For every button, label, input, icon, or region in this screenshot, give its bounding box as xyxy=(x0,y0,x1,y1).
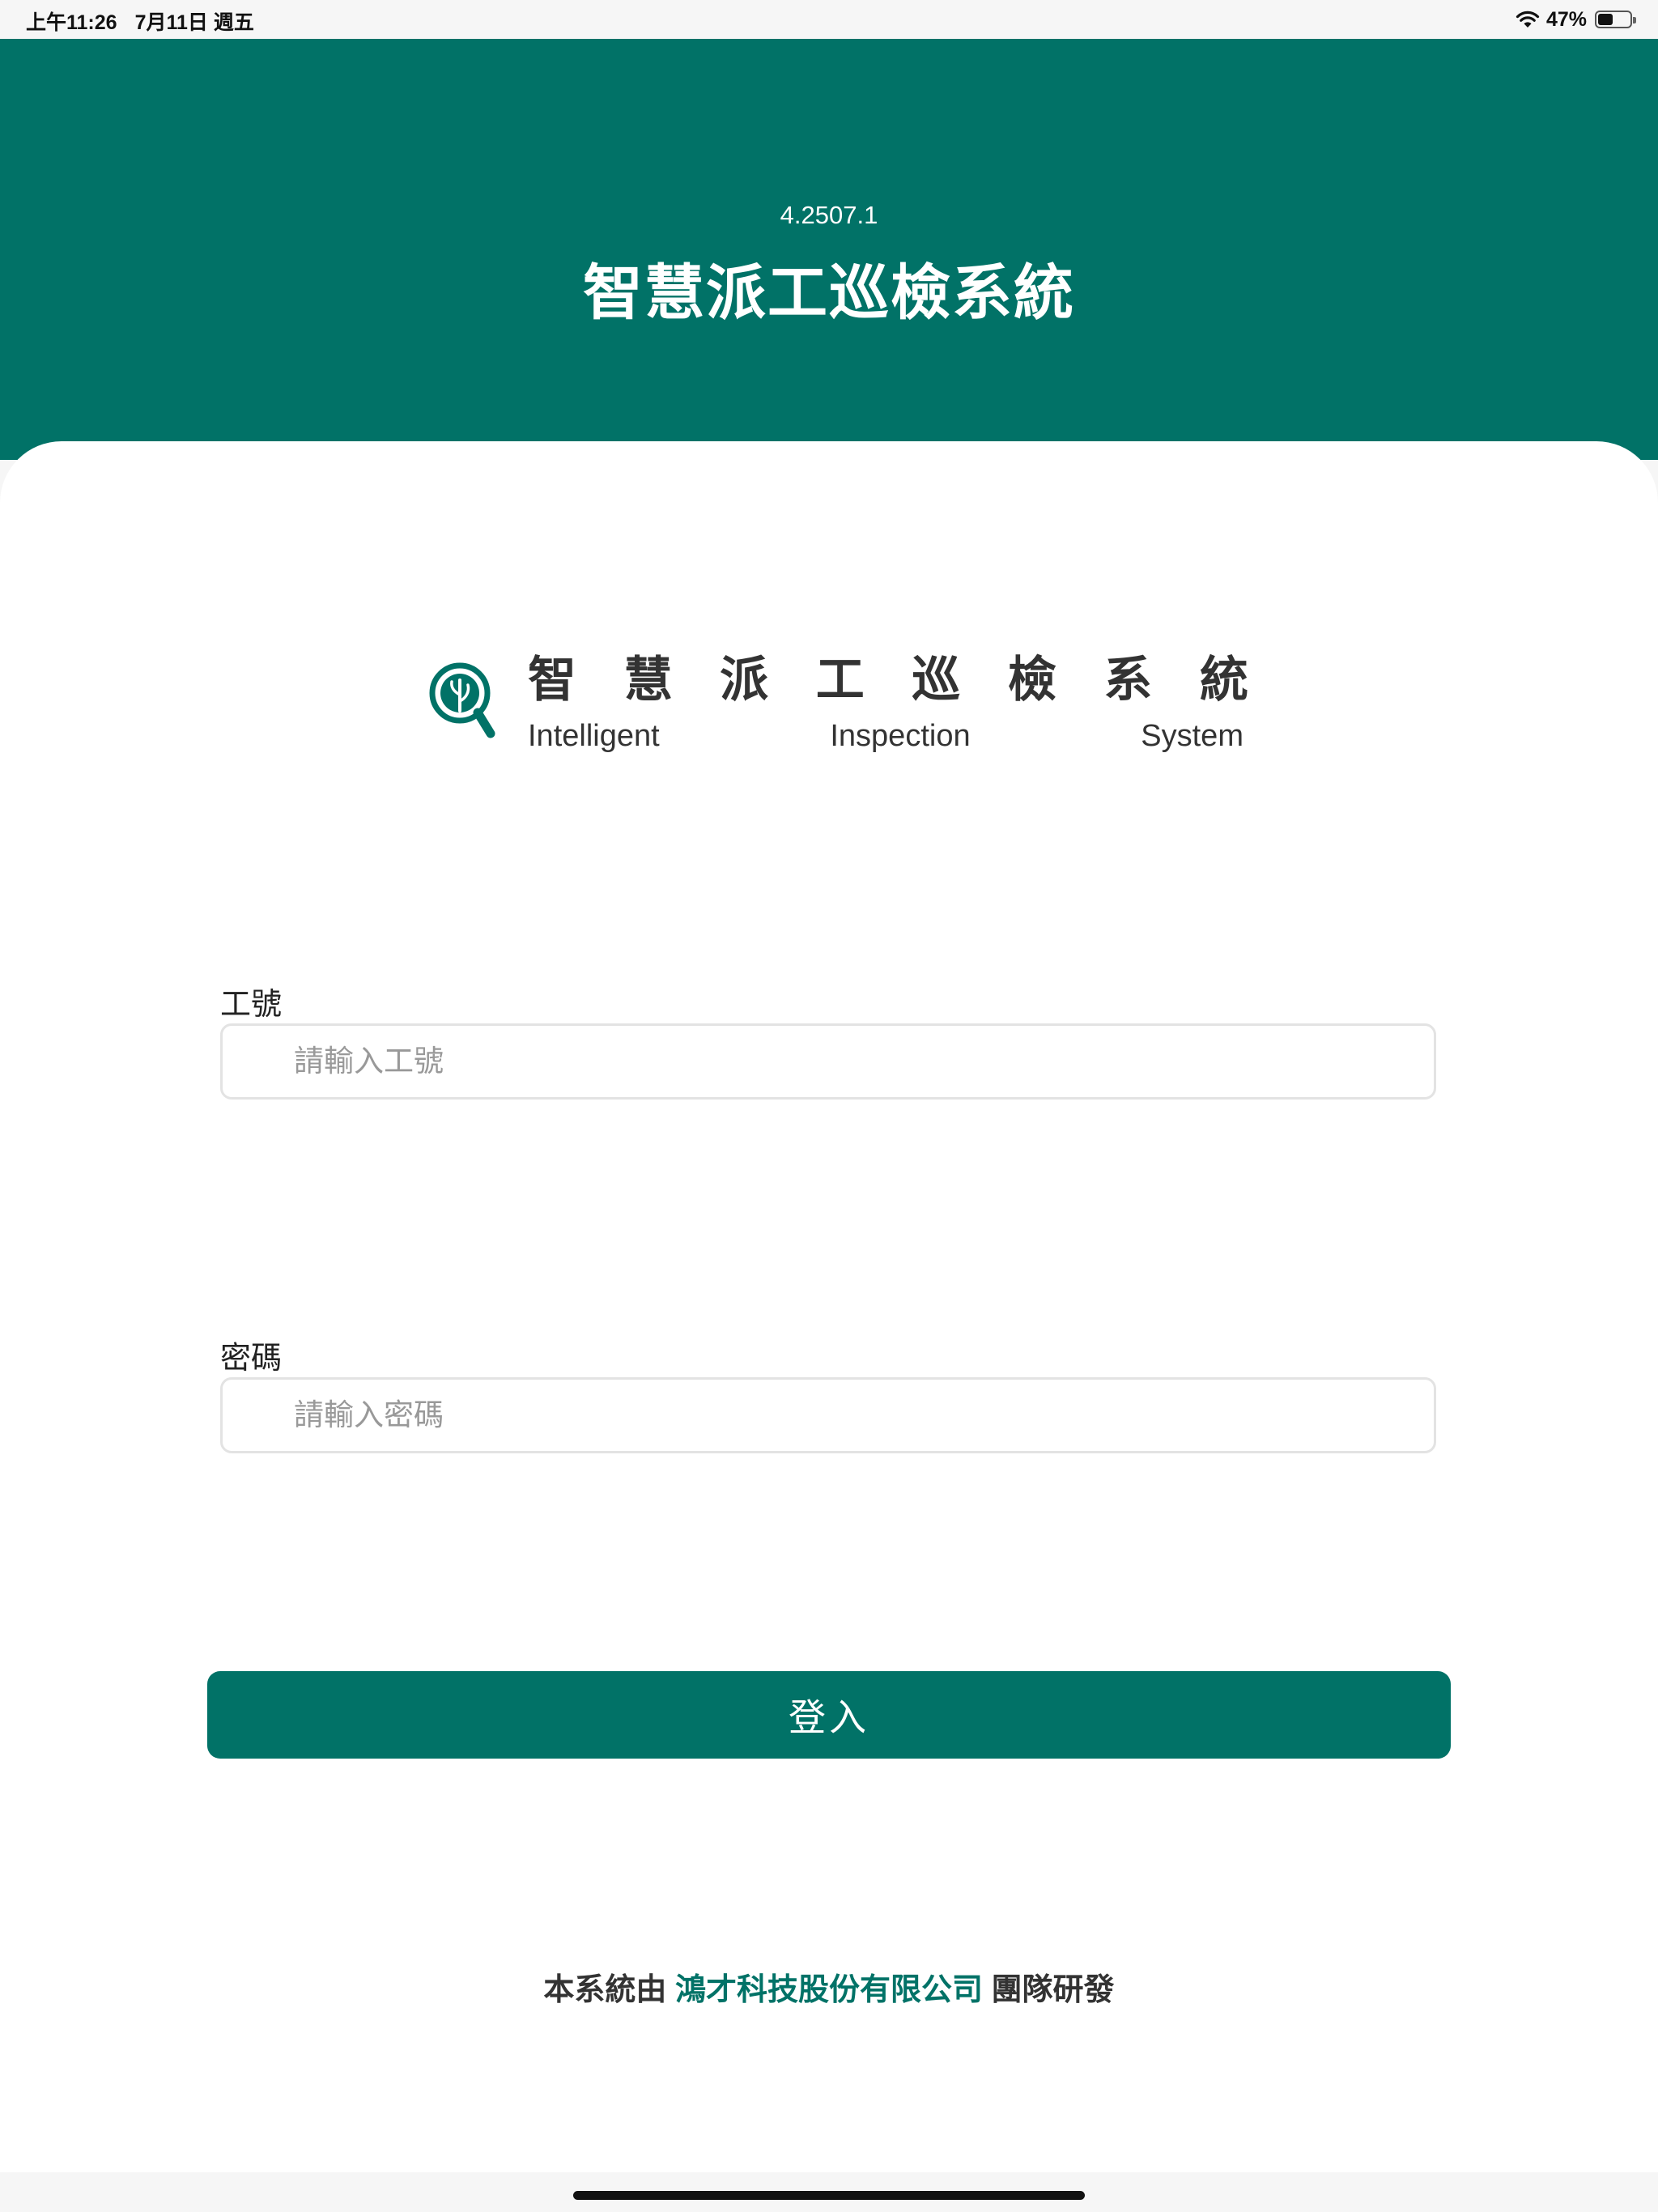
logo-char: 派 xyxy=(720,653,769,707)
password-label: 密碼 xyxy=(220,1342,283,1376)
wifi-icon xyxy=(1516,11,1540,28)
home-indicator[interactable] xyxy=(573,2191,1085,2200)
footer-suffix: 團隊研發 xyxy=(983,1973,1115,2007)
battery-icon xyxy=(1595,11,1636,28)
magnifier-leaf-icon xyxy=(429,662,495,738)
footer-prefix: 本系統由 xyxy=(543,1973,675,2007)
login-button[interactable]: 登入 xyxy=(207,1671,1451,1759)
logo-english-name: Intelligent Inspection System xyxy=(528,719,1244,754)
status-bar: 上午11:26 7月11日 週五 47% xyxy=(0,0,1658,39)
employee-id-label: 工號 xyxy=(220,988,283,1022)
employee-id-input[interactable] xyxy=(220,1023,1436,1100)
logo-char: 系 xyxy=(1103,653,1153,707)
footer-company: 鴻才科技股份有限公司 xyxy=(674,1973,983,2007)
logo-char: 巡 xyxy=(912,653,961,707)
status-indicators: 47% xyxy=(1516,6,1636,32)
logo-char: 檢 xyxy=(1007,653,1056,707)
logo-word: System xyxy=(1141,719,1244,753)
status-date: 7月11日 週五 xyxy=(134,11,254,34)
battery-percent: 47% xyxy=(1545,7,1587,31)
logo-word: Intelligent xyxy=(528,719,660,753)
logo-chinese-name: 智 慧 派 工 巡 檢 系 統 xyxy=(528,648,1248,713)
app-version: 4.2507.1 xyxy=(780,201,878,229)
logo-char: 統 xyxy=(1199,653,1248,707)
password-input[interactable] xyxy=(220,1377,1436,1453)
header-title: 智慧派工巡檢系統 xyxy=(583,259,1075,326)
logo-char: 慧 xyxy=(623,653,673,707)
battery-level-fill xyxy=(1598,14,1613,25)
footer-credit: 本系統由 鴻才科技股份有限公司 團隊研發 xyxy=(0,1964,1658,2009)
status-time: 上午11:26 xyxy=(26,11,117,34)
logo-word: Inspection xyxy=(830,719,971,753)
logo-char: 工 xyxy=(815,653,865,707)
app-header: 4.2507.1 智慧派工巡檢系統 xyxy=(0,39,1658,460)
logo-char: 智 xyxy=(528,653,576,707)
status-time-date: 上午11:26 7月11日 週五 xyxy=(26,6,272,36)
